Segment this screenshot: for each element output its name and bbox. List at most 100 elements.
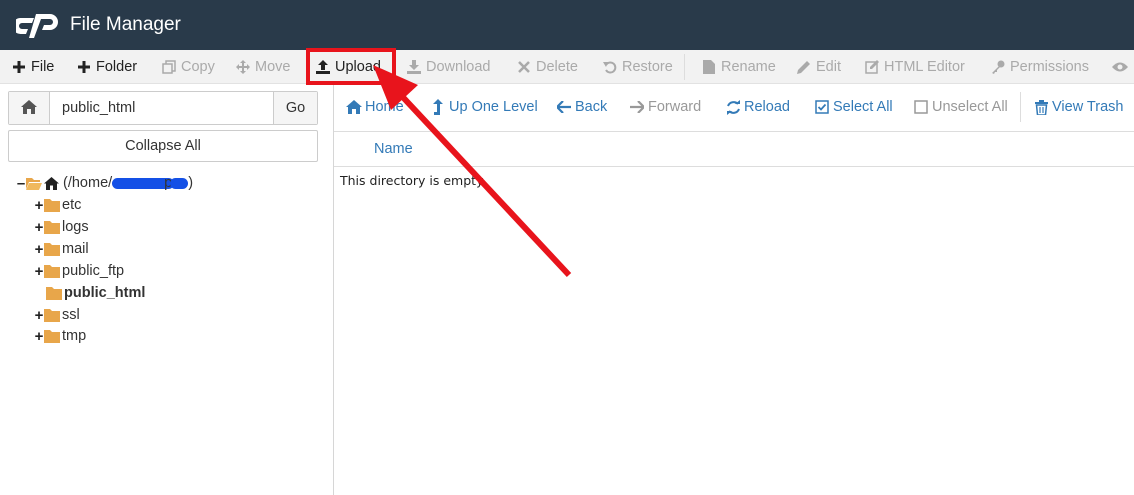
home-nav-label: Home (365, 99, 404, 115)
file-icon (701, 59, 717, 75)
tree-item[interactable]: + public_ftp (34, 260, 124, 282)
tree-root[interactable]: – (/home/ p ) (16, 172, 193, 194)
tree-item[interactable]: + etc (34, 194, 82, 216)
left-panel: Go Collapse All – (/home/ p ) + etc + lo… (0, 84, 333, 495)
expand-plus-icon[interactable]: + (34, 219, 44, 236)
new-file-label: File (31, 59, 55, 75)
toolbar-divider (684, 54, 685, 80)
arrow-left-icon (556, 99, 572, 115)
copy-button[interactable]: Copy (161, 50, 215, 83)
navbar-divider (1020, 92, 1021, 122)
tree-item-label: public_html (64, 285, 146, 301)
new-file-button[interactable]: File (11, 50, 55, 83)
restore-button[interactable]: Restore (602, 50, 673, 83)
download-icon (406, 59, 422, 75)
delete-button[interactable]: Delete (516, 50, 578, 83)
edit-button[interactable]: Edit (796, 50, 841, 83)
path-bar: Go (8, 91, 318, 125)
download-label: Download (426, 59, 491, 75)
undo-icon (602, 59, 618, 75)
empty-square-icon (913, 99, 929, 115)
unselect-all-button[interactable]: Unselect All (913, 97, 1008, 117)
home-icon (346, 99, 362, 115)
up-one-level-label: Up One Level (449, 99, 538, 115)
expand-plus-icon[interactable]: + (34, 197, 44, 214)
delete-label: Delete (536, 59, 578, 75)
view-button[interactable] (1112, 50, 1132, 83)
name-column-header[interactable]: Name (374, 141, 413, 157)
expand-plus-icon[interactable]: + (34, 328, 44, 345)
app-header: File Manager (0, 0, 1134, 50)
file-table-header: Name (334, 131, 1134, 167)
move-button[interactable]: Move (235, 50, 291, 83)
tree-item[interactable]: + mail (34, 238, 89, 260)
view-trash-button[interactable]: View Trash (1033, 97, 1123, 117)
tree-item[interactable]: + ssl (34, 304, 80, 326)
tree-item-label: tmp (62, 328, 87, 344)
tree-item-label: logs (62, 219, 89, 235)
tree-item-label: ssl (62, 307, 80, 323)
back-button[interactable]: Back (556, 97, 607, 117)
home-nav-button[interactable]: Home (346, 97, 404, 117)
pencil-icon (796, 59, 812, 75)
edit-square-icon (864, 59, 880, 75)
folder-icon (44, 198, 60, 212)
tree-item[interactable]: + logs (34, 216, 89, 238)
checked-square-icon (814, 99, 830, 115)
forward-button[interactable]: Forward (629, 97, 701, 117)
upload-highlight-box (306, 48, 396, 85)
reload-button[interactable]: Reload (725, 97, 790, 117)
folder-open-icon (26, 177, 42, 190)
expand-plus-icon[interactable]: + (34, 241, 44, 258)
up-one-level-button[interactable]: Up One Level (430, 97, 538, 117)
edit-label: Edit (816, 59, 841, 75)
move-label: Move (255, 59, 291, 75)
folder-icon (44, 308, 60, 322)
x-icon (516, 59, 532, 75)
redaction-mark (170, 177, 189, 189)
navigation-bar: Home Up One Level Back Forward Reload Se… (334, 84, 1134, 131)
go-button[interactable]: Go (273, 92, 317, 124)
view-trash-label: View Trash (1052, 99, 1124, 115)
html-editor-button[interactable]: HTML Editor (864, 50, 965, 83)
back-label: Back (575, 99, 608, 115)
tree-item[interactable]: + tmp (34, 325, 87, 347)
folder-icon (44, 220, 60, 234)
tree-root-suffix: ) (188, 175, 194, 191)
rename-button[interactable]: Rename (701, 50, 776, 83)
eye-icon (1112, 59, 1128, 75)
unselect-all-label: Unselect All (932, 99, 1008, 115)
cpanel-logo[interactable] (16, 10, 64, 40)
key-icon (990, 59, 1006, 75)
expand-plus-icon[interactable]: + (34, 263, 44, 280)
tree-item-label: public_ftp (62, 263, 125, 279)
app-title: File Manager (70, 14, 181, 35)
copy-icon (161, 59, 177, 75)
collapse-all-button[interactable]: Collapse All (8, 130, 318, 162)
path-input[interactable] (50, 92, 273, 124)
home-icon (44, 176, 59, 190)
new-folder-button[interactable]: Folder (76, 50, 138, 83)
collapse-toggle-icon[interactable]: – (16, 175, 26, 192)
folder-icon (46, 286, 62, 300)
main-toolbar: File Folder Copy Move Upload Download De… (0, 50, 1134, 84)
refresh-icon (725, 99, 741, 115)
move-arrows-icon (235, 59, 251, 75)
arrow-right-icon (629, 99, 645, 115)
download-button[interactable]: Download (406, 50, 491, 83)
expand-plus-icon[interactable]: + (34, 307, 44, 324)
plus-icon (11, 59, 27, 75)
home-directory-button[interactable] (9, 92, 50, 124)
html-editor-label: HTML Editor (884, 59, 965, 75)
folder-icon (44, 264, 60, 278)
home-icon (21, 99, 37, 117)
tree-item-selected[interactable]: public_html (46, 282, 145, 304)
copy-label: Copy (181, 59, 215, 75)
permissions-label: Permissions (1010, 59, 1089, 75)
trash-icon (1033, 99, 1049, 115)
permissions-button[interactable]: Permissions (990, 50, 1089, 83)
select-all-button[interactable]: Select All (814, 97, 893, 117)
folder-icon (44, 242, 60, 256)
plus-icon (76, 59, 92, 75)
new-folder-label: Folder (96, 59, 138, 75)
